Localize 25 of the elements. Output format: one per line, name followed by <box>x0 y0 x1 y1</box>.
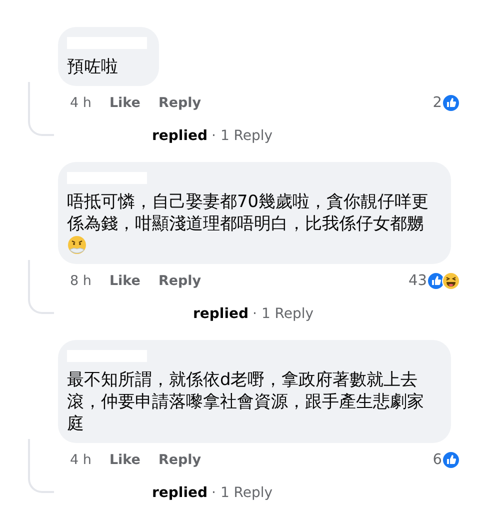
replies-link[interactable]: replied · 1 Reply <box>152 485 273 501</box>
like-reaction-icon <box>442 451 460 469</box>
reply-link[interactable]: Reply <box>158 273 202 289</box>
comment-text: 最不知所謂，就係依d老嘢，拿政府著數就上去滾，仲要申請落嚟拿社會資源，跟手產生悲劇家庭 <box>67 368 425 434</box>
replies-link[interactable]: replied · 1 Reply <box>193 306 314 322</box>
reply-link[interactable]: Reply <box>158 452 202 468</box>
comment-text: 唔抵可憐，自己娶妻都70幾歲啦，貪你靚仔咩更係為錢，咁顯淺道理都唔明白，比我係仔女都嬲 <box>67 190 430 234</box>
timestamp: 4 h <box>70 452 92 468</box>
like-link[interactable]: Like <box>109 95 140 111</box>
thread-line <box>28 82 54 136</box>
laughing-face-icon <box>442 272 460 290</box>
like-link[interactable]: Like <box>109 452 140 468</box>
reply-link[interactable]: Reply <box>158 95 202 111</box>
like-link[interactable]: Like <box>109 273 140 289</box>
timestamp: 8 h <box>70 273 92 289</box>
reaction-count: 43 <box>408 273 427 289</box>
reaction-count: 2 <box>432 95 442 111</box>
thread-line <box>28 439 54 493</box>
steaming-face-icon <box>67 235 87 255</box>
like-reaction-icon <box>442 94 460 112</box>
reaction-count: 6 <box>432 452 442 468</box>
thread-line <box>28 260 54 314</box>
timestamp: 4 h <box>70 95 92 111</box>
replies-link[interactable]: replied · 1 Reply <box>152 128 273 144</box>
comment-text: 預咗啦 <box>67 55 119 77</box>
